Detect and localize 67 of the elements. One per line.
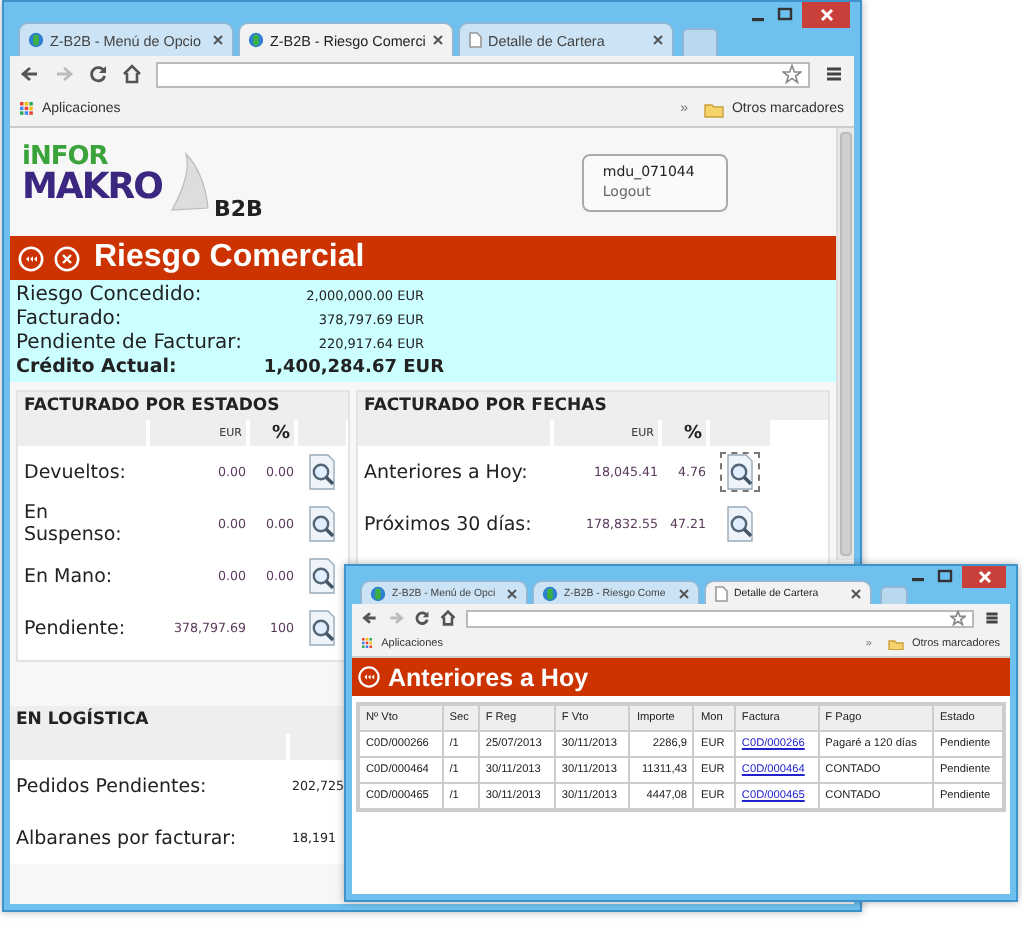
summary-label: Riesgo Concedido: (16, 284, 204, 306)
close-circle-icon[interactable] (54, 245, 80, 271)
apps-grid-icon[interactable] (20, 102, 34, 116)
logo-text: MAKRO (22, 170, 162, 206)
figure-icon (28, 32, 44, 48)
magnifier-icon (724, 506, 756, 542)
reload-icon[interactable] (414, 610, 430, 626)
summary-label: Facturado: (16, 308, 124, 330)
close-icon (977, 570, 991, 584)
close-icon (819, 8, 833, 22)
figure-icon (370, 585, 386, 601)
view-button[interactable] (720, 452, 760, 492)
header-cell (290, 734, 346, 760)
panel-title: EN LOGÍSTICA (10, 706, 346, 734)
menu-icon[interactable] (984, 610, 1000, 626)
panel-title: FACTURADO POR ESTADOS (18, 392, 348, 420)
close-button[interactable] (802, 2, 850, 28)
home-icon[interactable] (440, 610, 456, 626)
summary-label: Pendiente de Facturar: (16, 332, 244, 354)
close-icon[interactable] (850, 587, 862, 599)
scrollbar[interactable] (836, 128, 854, 560)
back-arrow-icon[interactable] (362, 610, 378, 626)
figure-icon (248, 32, 264, 48)
address-field[interactable] (466, 609, 974, 627)
magnifier-icon (306, 610, 338, 646)
row-label: Albaranes por facturar: (14, 827, 239, 849)
row-label: En Mano: (22, 565, 115, 587)
panel-title: FACTURADO POR FECHAS (358, 392, 828, 420)
swoosh-icon (170, 152, 210, 212)
magnifier-icon (306, 454, 338, 490)
logo-text: iNFOR (22, 144, 108, 170)
menu-icon[interactable] (824, 64, 844, 84)
row-label: En Suspenso: (22, 502, 124, 546)
magnifier-icon (724, 454, 756, 490)
close-icon[interactable] (506, 587, 518, 599)
rewind-circle-icon[interactable] (18, 245, 44, 271)
magnifier-icon (306, 558, 338, 594)
close-icon[interactable] (678, 587, 690, 599)
row-label: Anteriores a Hoy: (362, 461, 530, 483)
back-arrow-icon[interactable] (20, 64, 40, 84)
product-label: B2B (213, 196, 263, 222)
summary-label: Crédito Actual: (16, 356, 179, 378)
column-header: % (662, 420, 706, 446)
row-label: Devueltos: (22, 461, 128, 483)
close-button[interactable] (962, 566, 1006, 588)
reload-icon[interactable] (88, 64, 108, 84)
star-icon[interactable] (782, 64, 802, 84)
close-icon[interactable] (212, 34, 224, 46)
row-label: Próximos 30 días: (362, 513, 534, 535)
address-field[interactable] (156, 61, 810, 87)
home-icon[interactable] (122, 64, 142, 84)
page-icon (468, 32, 482, 48)
page-title: Anteriores a Hoy (388, 663, 589, 691)
page-icon (714, 585, 728, 601)
figure-icon (542, 585, 558, 601)
star-icon[interactable] (950, 610, 966, 626)
rewind-circle-icon[interactable] (358, 666, 380, 688)
row-label: Pedidos Pendientes: (14, 775, 209, 797)
maximize-icon[interactable] (936, 566, 954, 588)
summary-value: 1,400,284.67 EUR (263, 357, 444, 377)
column-header: % (250, 420, 294, 446)
close-icon[interactable] (432, 34, 444, 46)
page-title: Riesgo Comercial (94, 240, 365, 276)
row-label: Pendiente: (22, 617, 128, 639)
close-icon[interactable] (652, 34, 664, 46)
magnifier-icon (306, 506, 338, 542)
apps-grid-icon[interactable] (362, 638, 374, 650)
